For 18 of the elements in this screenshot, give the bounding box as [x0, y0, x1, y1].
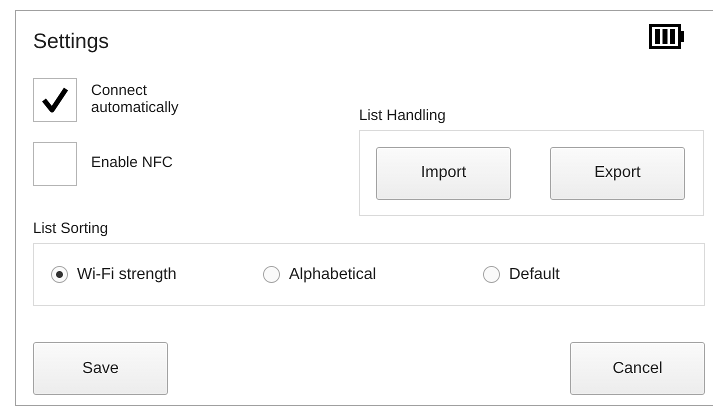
battery-icon: [649, 24, 685, 48]
group-label: List Handling: [359, 107, 447, 124]
radio-button[interactable]: [263, 266, 280, 283]
dialog-button[interactable]: Cancel: [570, 342, 705, 395]
radio-button[interactable]: [51, 266, 68, 283]
action-button[interactable]: Import: [376, 146, 511, 200]
checkbox-label: Enable NFC: [91, 155, 174, 172]
action-button[interactable]: Export: [550, 146, 685, 200]
radio-label: Wi-Fi strength: [77, 266, 177, 284]
checkbox[interactable]: [33, 142, 77, 186]
radio-label: Default: [509, 266, 560, 284]
group-label: List Sorting: [33, 220, 110, 237]
checkbox-label: Connect automatically: [91, 83, 180, 116]
radio-label: Alphabetical: [289, 266, 376, 284]
window-title: Settings: [33, 30, 109, 54]
radio-button[interactable]: [483, 266, 500, 283]
checkbox[interactable]: [33, 78, 77, 122]
dialog-button[interactable]: Save: [33, 342, 168, 395]
